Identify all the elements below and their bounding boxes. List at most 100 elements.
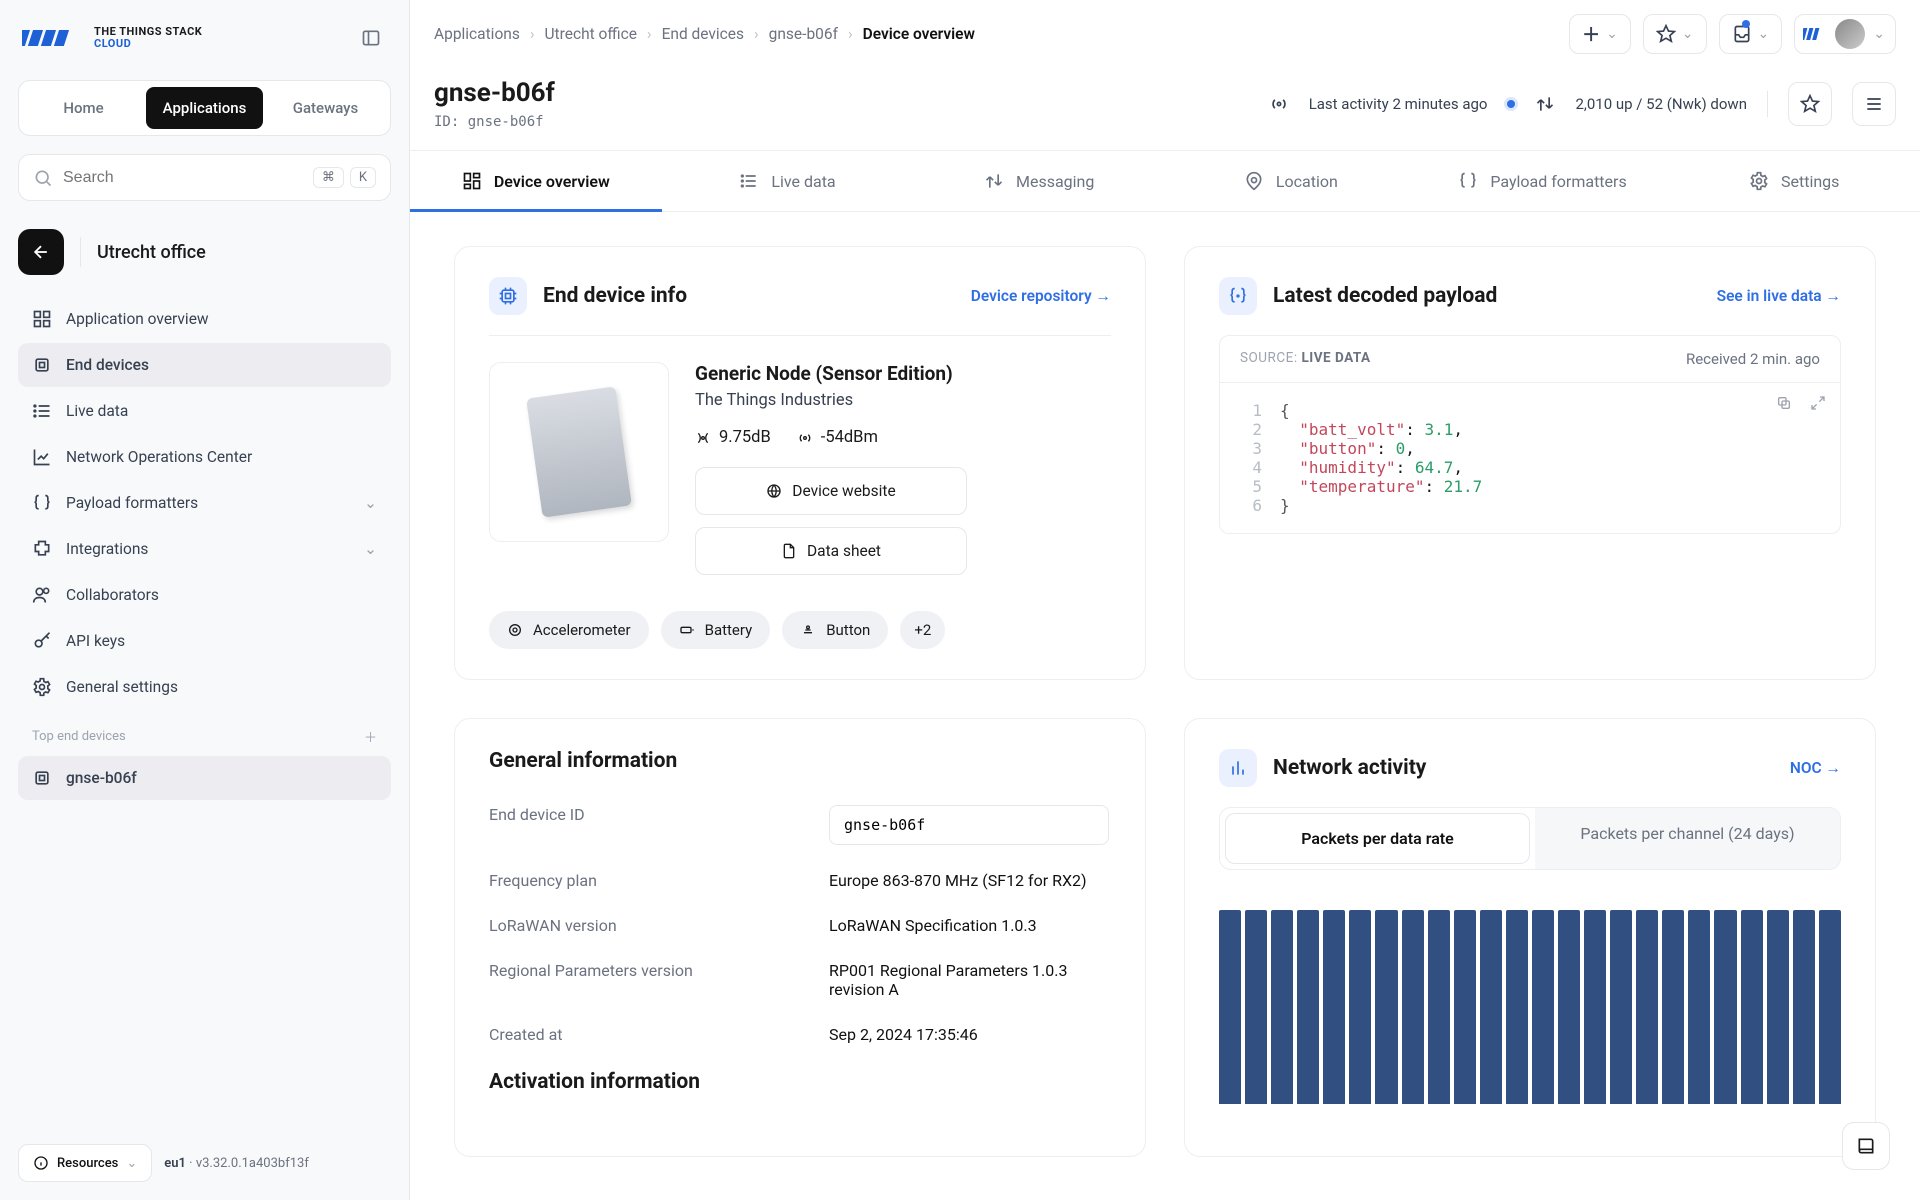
top-nav-tabs: Home Applications Gateways — [18, 80, 391, 136]
payload-code: 1{ 2 "batt_volt": 3.1, 3 "button": 0, 4 … — [1219, 382, 1841, 534]
sensor-chip[interactable]: Accelerometer — [489, 611, 649, 649]
star-menu-button[interactable]: ⌄ — [1643, 14, 1707, 54]
current-application-name: Utrecht office — [97, 242, 206, 263]
add-button[interactable]: ＋ ⌄ — [1569, 14, 1631, 54]
chart-bar — [1767, 910, 1789, 1104]
footer-meta: eu1 · v3.32.0.1a403bf13f — [164, 1156, 309, 1171]
tab-gateways[interactable]: Gateways — [267, 87, 384, 129]
network-activity-card: Network activity NOC → Packets per data … — [1184, 718, 1876, 1157]
chevron-down-icon: ⌄ — [1606, 26, 1618, 42]
nav-integrations[interactable]: Integrations ⌄ — [18, 527, 391, 571]
kbd-k: K — [350, 167, 376, 188]
crumb-end-devices[interactable]: End devices — [662, 25, 744, 43]
nav-live-data[interactable]: Live data — [18, 389, 391, 433]
nav-api-keys[interactable]: API keys — [18, 619, 391, 663]
lorawan-version-value: LoRaWAN Specification 1.0.3 — [829, 916, 1111, 935]
crumb-device[interactable]: gnse-b06f — [769, 25, 838, 43]
search-input[interactable] — [63, 169, 303, 187]
tab-home[interactable]: Home — [25, 87, 142, 129]
chart-bar — [1506, 910, 1528, 1104]
device-id-field[interactable] — [829, 805, 1109, 845]
search-box[interactable]: ⌘ K — [18, 154, 391, 201]
sensor-chip[interactable]: Battery — [661, 611, 771, 649]
tab-applications[interactable]: Applications — [146, 87, 263, 129]
device-image — [489, 362, 669, 542]
chart-bar — [1219, 910, 1241, 1104]
expand-icon — [1810, 395, 1826, 411]
chart-bar — [1688, 910, 1710, 1104]
chart-bar — [1532, 910, 1554, 1104]
brand-logo[interactable]: THE THINGS STACK CLOUD — [22, 24, 202, 52]
back-button[interactable] — [18, 229, 64, 275]
copy-icon — [1776, 395, 1792, 411]
grid-icon — [32, 309, 52, 329]
breadcrumbs: Applications› Utrecht office› End device… — [434, 25, 975, 43]
frequency-plan-value: Europe 863-870 MHz (SF12 for RX2) — [829, 871, 1111, 890]
device-name: gnse-b06f — [434, 78, 555, 108]
star-icon — [1656, 24, 1676, 44]
chevron-down-icon: ⌄ — [1873, 26, 1885, 42]
account-menu[interactable]: ⌄ — [1794, 14, 1896, 54]
data-sheet-button[interactable]: Data sheet — [695, 527, 967, 575]
device-repository-link[interactable]: Device repository → — [971, 287, 1111, 306]
inbox-button[interactable]: ⌄ — [1719, 14, 1783, 54]
subnav-live[interactable]: Live data — [662, 151, 914, 211]
updown-icon — [1535, 94, 1555, 114]
help-fab[interactable] — [1842, 1122, 1890, 1170]
nav-application-overview[interactable]: Application overview — [18, 297, 391, 341]
subnav-payload[interactable]: Payload formatters — [1417, 151, 1669, 211]
nav-end-devices[interactable]: End devices — [18, 343, 391, 387]
key-icon — [32, 631, 52, 651]
chart-bar — [1662, 910, 1684, 1104]
top-devices-label: Top end devices ＋ — [18, 711, 391, 754]
side-nav: Application overview End devices Live da… — [18, 297, 391, 800]
chart-bar — [1714, 910, 1736, 1104]
sensor-chip[interactable]: Button — [782, 611, 888, 649]
nav-noc[interactable]: Network Operations Center — [18, 435, 391, 479]
nav-collaborators[interactable]: Collaborators — [18, 573, 391, 617]
copy-button[interactable] — [1776, 395, 1792, 411]
crumb-app[interactable]: Utrecht office — [545, 25, 637, 43]
nav-payload-formatters[interactable]: Payload formatters ⌄ — [18, 481, 391, 525]
toggle-packets-rate[interactable]: Packets per data rate — [1225, 813, 1530, 864]
arrow-left-icon — [31, 242, 51, 262]
collapse-sidebar-button[interactable] — [355, 22, 387, 54]
puzzle-icon — [32, 539, 52, 559]
device-website-button[interactable]: Device website — [695, 467, 967, 515]
end-device-info-card: End device info Device repository → Gene… — [454, 246, 1146, 680]
expand-button[interactable] — [1810, 395, 1826, 411]
menu-icon — [1864, 94, 1884, 114]
crumb-applications[interactable]: Applications — [434, 25, 520, 43]
file-icon — [781, 543, 797, 559]
device-brand: The Things Industries — [695, 391, 967, 410]
see-live-data-link[interactable]: See in live data → — [1717, 287, 1841, 306]
chart-bar — [1610, 910, 1632, 1104]
snr-value: 9.75dB — [695, 428, 771, 447]
chart-bar — [1819, 910, 1841, 1104]
network-toggle: Packets per data rate Packets per channe… — [1219, 807, 1841, 870]
top-device-item[interactable]: gnse-b06f — [18, 756, 391, 800]
toggle-packets-channel[interactable]: Packets per channel (24 days) — [1535, 808, 1840, 869]
live-indicator — [1507, 100, 1515, 108]
payload-card: Latest decoded payload See in live data … — [1184, 246, 1876, 680]
subnav-overview[interactable]: Device overview — [410, 151, 662, 211]
favorite-button[interactable] — [1788, 82, 1832, 126]
add-top-device-button[interactable]: ＋ — [364, 727, 377, 746]
chart-bar — [1375, 910, 1397, 1104]
subnav-settings[interactable]: Settings — [1668, 151, 1920, 211]
gear-icon — [1749, 171, 1769, 191]
network-chart — [1219, 904, 1841, 1104]
resources-button[interactable]: Resources ⌄ — [18, 1144, 152, 1182]
nav-general-settings[interactable]: General settings — [18, 665, 391, 709]
chart-bar — [1245, 910, 1267, 1104]
noc-link[interactable]: NOC → — [1790, 759, 1841, 778]
chart-bar — [1558, 910, 1580, 1104]
sensor-chip-more[interactable]: +2 — [900, 611, 945, 649]
chart-bar — [1480, 910, 1502, 1104]
device-menu-button[interactable] — [1852, 82, 1896, 126]
subnav-messaging[interactable]: Messaging — [913, 151, 1165, 211]
code-braces-icon — [1458, 171, 1478, 191]
last-activity: Last activity 2 minutes ago — [1309, 95, 1488, 113]
subnav-location[interactable]: Location — [1165, 151, 1417, 211]
globe-icon — [766, 483, 782, 499]
